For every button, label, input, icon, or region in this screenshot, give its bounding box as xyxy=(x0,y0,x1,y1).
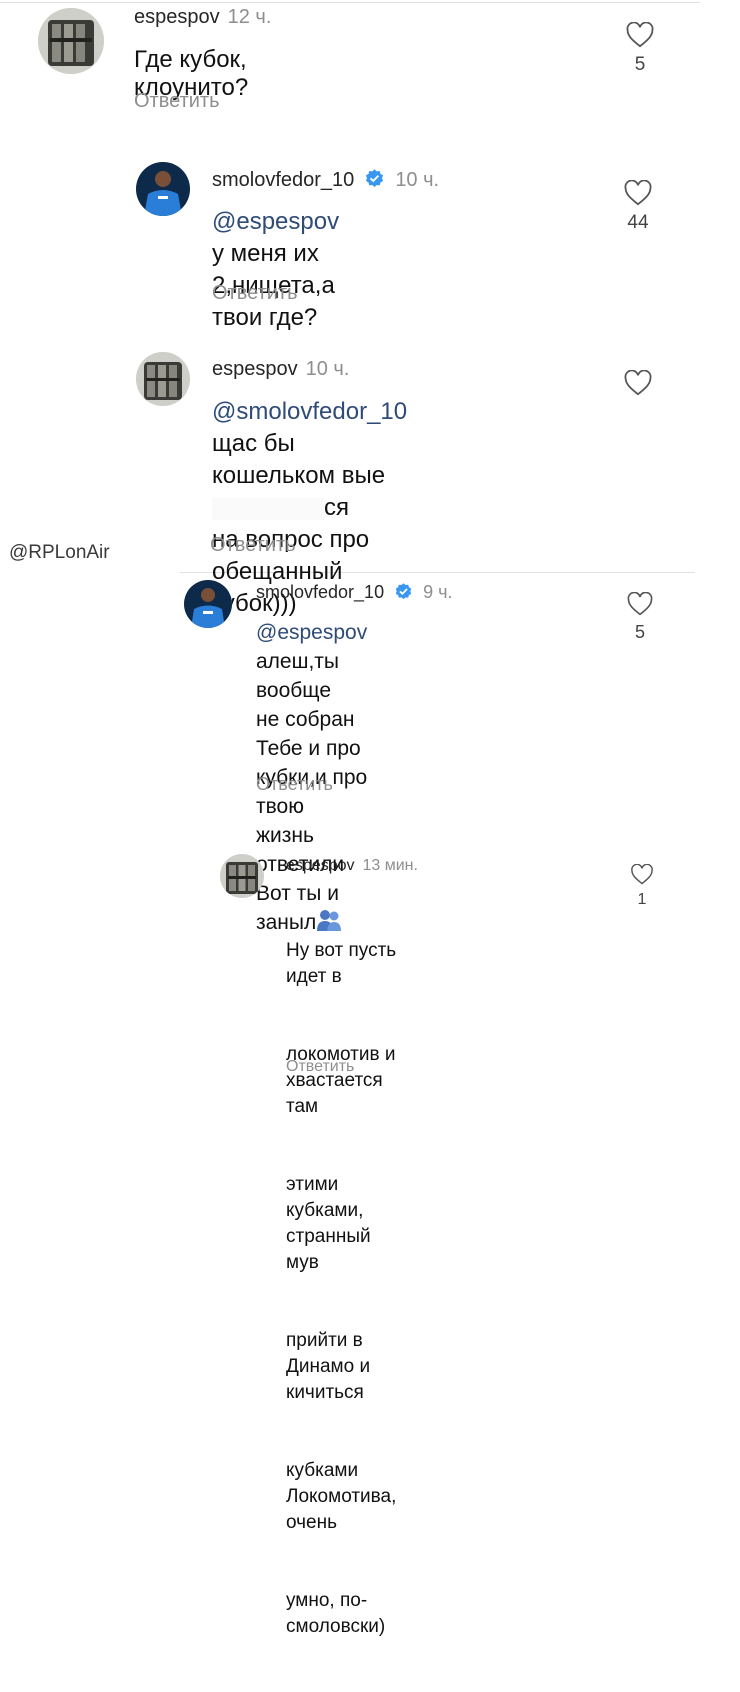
like-count: 1 xyxy=(637,891,647,908)
mention-link[interactable]: @smolovfedor_10 xyxy=(212,398,407,425)
bottles-avatar-icon xyxy=(136,352,190,406)
text-segment: ся xyxy=(324,494,349,521)
like-button[interactable]: 5 xyxy=(618,22,662,76)
username-link[interactable]: espespov xyxy=(286,857,355,874)
text-line: прийти в Динамо и кичиться xyxy=(286,1330,376,1403)
heart-icon xyxy=(624,370,652,396)
text-line: Ну вот пусть идет в xyxy=(286,940,402,987)
reply-button[interactable]: Ответить xyxy=(212,282,298,305)
reply-button[interactable]: Ответить xyxy=(210,534,296,557)
like-button[interactable]: 44 xyxy=(616,180,660,234)
top-divider xyxy=(0,2,700,3)
reply-button[interactable]: Ответить xyxy=(256,774,333,795)
heart-icon xyxy=(631,864,653,885)
avatar[interactable] xyxy=(136,352,190,406)
text-line: кубками Локомотива, очень xyxy=(286,1460,402,1533)
bottles-avatar-icon xyxy=(220,854,264,898)
like-button[interactable] xyxy=(616,370,660,402)
like-count: 5 xyxy=(634,54,646,75)
timestamp: 12 ч. xyxy=(227,6,272,28)
timestamp: 10 ч. xyxy=(395,169,440,191)
comment-header: smolovfedor_10 10 ч. xyxy=(212,168,439,192)
heart-icon xyxy=(626,22,654,48)
text-segment: не собран xyxy=(256,708,355,731)
text-segment: кошельком вые xyxy=(212,462,386,489)
like-count: 5 xyxy=(634,622,645,642)
timestamp: 10 ч. xyxy=(305,358,350,380)
text-line: этими кубками, странный мув xyxy=(286,1174,376,1273)
reply-button[interactable]: Ответить xyxy=(134,90,220,113)
timestamp: 9 ч. xyxy=(423,582,453,602)
comment-header: espespov 13 мин. xyxy=(286,857,418,875)
like-count: 44 xyxy=(627,212,649,233)
comment-header: espespov 10 ч. xyxy=(212,358,349,381)
text-line: локомотив и хвастается там xyxy=(286,1044,401,1117)
mention-link[interactable]: @espespov xyxy=(212,208,339,235)
comment-text: Ну вот пусть идет в локомотив и хвастает… xyxy=(286,886,396,1692)
mention-link[interactable]: @espespov xyxy=(256,621,367,644)
player-avatar-icon xyxy=(136,162,190,216)
heart-icon xyxy=(624,180,652,206)
avatar[interactable] xyxy=(220,854,264,898)
avatar[interactable] xyxy=(184,580,232,628)
bottles-avatar-icon xyxy=(38,8,104,74)
heart-icon xyxy=(627,592,653,616)
like-button[interactable]: 5 xyxy=(620,592,660,643)
comment-header: smolovfedor_10 9 ч. xyxy=(256,582,452,603)
verified-badge-icon xyxy=(366,169,384,187)
avatar[interactable] xyxy=(38,8,104,74)
username-link[interactable]: smolovfedor_10 xyxy=(212,169,354,191)
username-link[interactable]: espespov xyxy=(134,6,220,28)
censored-region xyxy=(212,497,324,520)
watermark: @RPLonAir xyxy=(9,542,110,563)
verified-badge-icon xyxy=(395,583,412,600)
username-link[interactable]: espespov xyxy=(212,358,298,380)
reply-button[interactable]: Ответить xyxy=(286,1058,354,1076)
player-avatar-icon xyxy=(184,580,232,628)
username-link[interactable]: smolovfedor_10 xyxy=(256,582,384,602)
comment-text: @espespov у меня их 2,нищета,а твои где? xyxy=(212,206,339,334)
text-line: умно, по-смоловски) xyxy=(286,1590,386,1637)
comment-header: espespov 12 ч. xyxy=(134,6,271,29)
timestamp: 13 мин. xyxy=(362,857,418,874)
like-button[interactable]: 1 xyxy=(624,864,660,909)
avatar[interactable] xyxy=(136,162,190,216)
